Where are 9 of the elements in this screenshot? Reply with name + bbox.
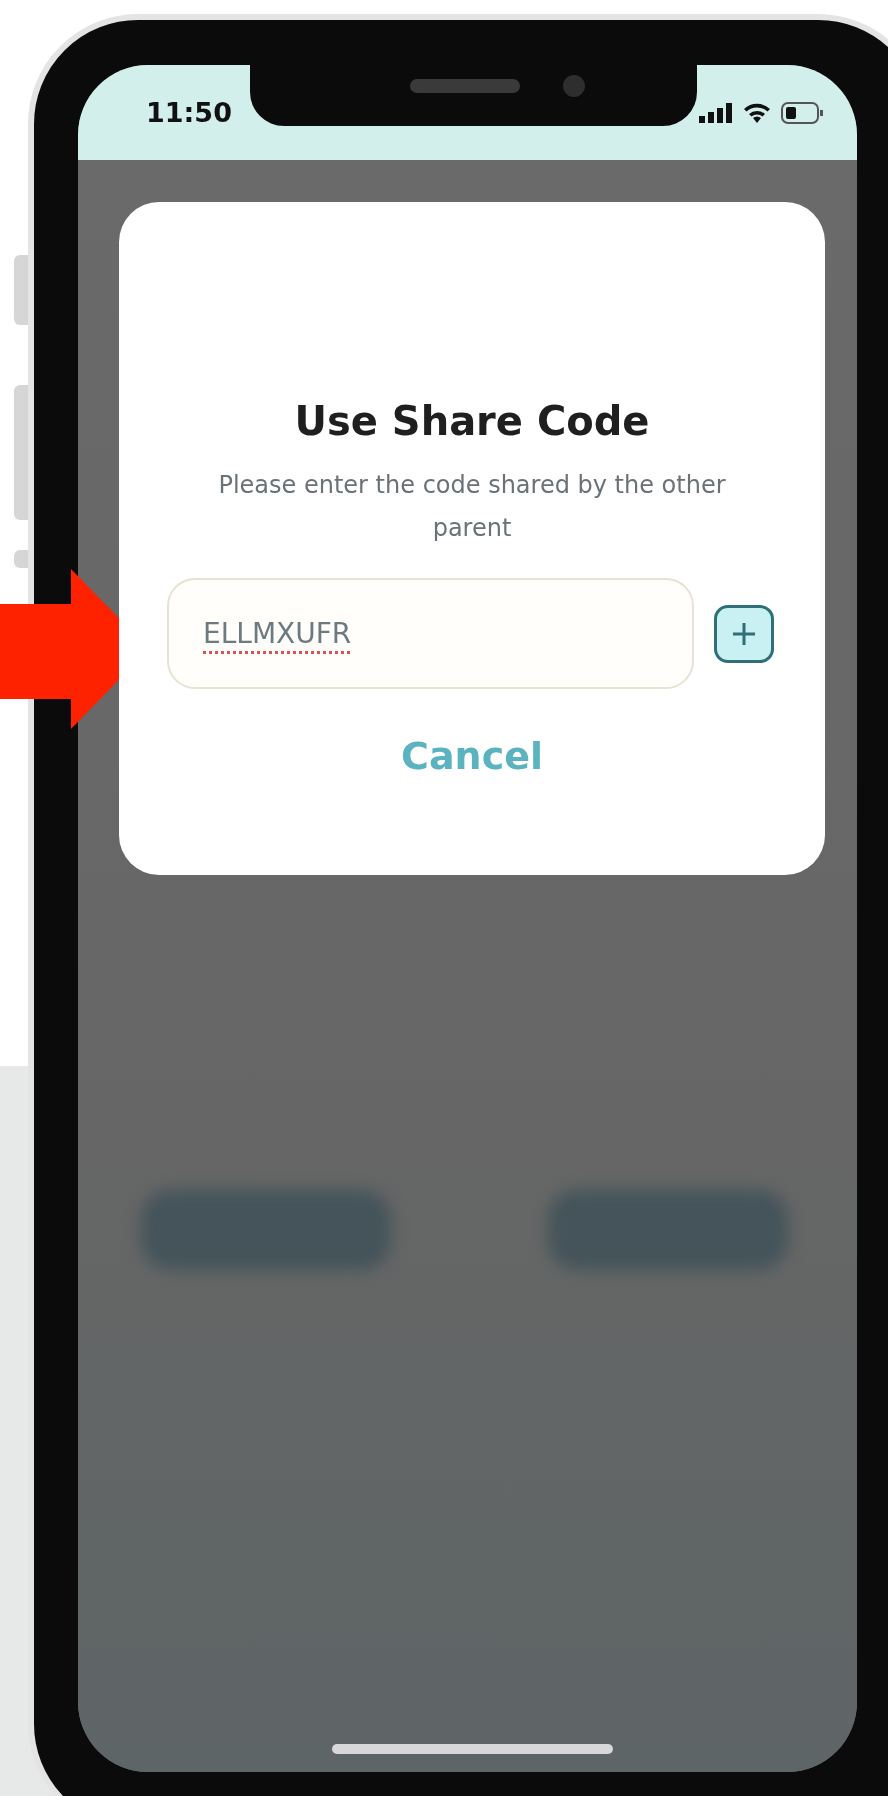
code-input-field[interactable]: ELLMXUFR: [167, 578, 694, 689]
status-time: 11:50: [146, 97, 232, 128]
battery-icon: [781, 101, 823, 124]
add-button[interactable]: [714, 604, 774, 663]
wifi-icon: [743, 101, 771, 124]
dialog-title: Use Share Code: [294, 398, 650, 444]
signal-icon: [699, 102, 733, 123]
cancel-button[interactable]: Cancel: [395, 733, 549, 779]
dialog-message: Please enter the code shared by the other parent: [217, 470, 727, 544]
